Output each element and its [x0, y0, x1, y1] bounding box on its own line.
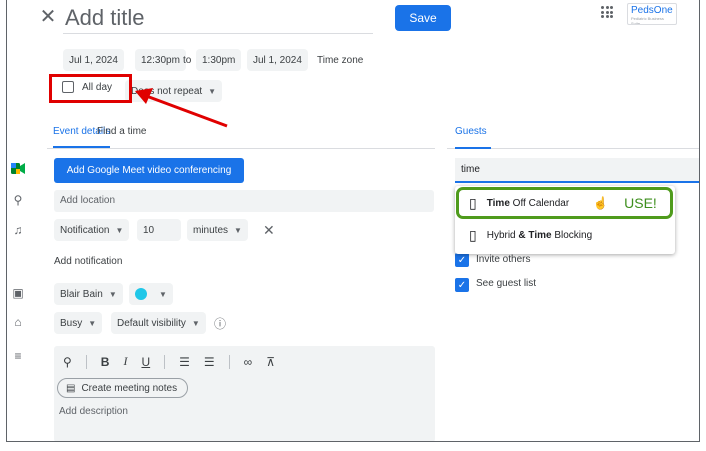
brand-tagline: Pediatric Business Suite: [631, 16, 664, 25]
suggestion-label: Hybrid & Time Blocking: [486, 229, 593, 241]
remove-notification-icon[interactable]: ✕: [263, 219, 275, 241]
event-editor: ✕ Add title Save PedsOne Pediatric Busin…: [6, 0, 700, 442]
bulleted-list-icon[interactable]: ☰: [204, 355, 215, 369]
help-icon[interactable]: ⓘ: [214, 312, 226, 334]
attachment-icon[interactable]: ⚲: [63, 355, 72, 369]
timezone-link[interactable]: Time zone: [317, 49, 363, 71]
bell-icon: ♫: [13, 223, 23, 237]
chevron-down-icon: ▼: [115, 225, 124, 235]
busy-select[interactable]: Busy ▼: [54, 312, 103, 334]
chevron-down-icon: ▼: [234, 225, 242, 235]
add-notification-link[interactable]: Add notification: [54, 250, 122, 272]
visibility-select[interactable]: Default visibility ▼: [111, 312, 206, 334]
chevron-down-icon: ▼: [191, 318, 200, 328]
numbered-list-icon[interactable]: ☰: [179, 355, 190, 369]
apps-grid-icon[interactable]: [601, 6, 613, 18]
title-input[interactable]: Add title: [63, 4, 373, 34]
add-meet-button[interactable]: Add Google Meet video conferencing: [54, 158, 244, 183]
end-date[interactable]: Jul 1, 2024: [247, 49, 308, 71]
italic-icon[interactable]: I: [123, 354, 127, 369]
busy-label: Busy: [60, 317, 83, 329]
brand-logo[interactable]: PedsOne Pediatric Business Suite: [627, 3, 677, 25]
description-placeholder: Add description: [59, 406, 128, 417]
link-icon[interactable]: ∞: [244, 355, 253, 369]
create-notes-button[interactable]: ▤ Create meeting notes: [57, 378, 189, 398]
tabs-divider: [47, 148, 435, 149]
description-lines-icon: ≡: [14, 349, 22, 363]
invite-others-label: Invite others: [476, 254, 531, 265]
notification-value-input[interactable]: 10: [137, 219, 181, 241]
see-guest-list-checkbox[interactable]: ✓: [455, 278, 469, 292]
toolbar-divider: [85, 354, 87, 369]
color-select[interactable]: ▼: [129, 283, 173, 305]
toolbar-divider: [228, 354, 230, 369]
location-pin-icon: ⚲: [13, 193, 23, 207]
close-icon[interactable]: ✕: [39, 6, 57, 28]
calendar-owner-select[interactable]: Blair Bain ▼: [54, 283, 123, 305]
invite-others-checkbox[interactable]: ✓: [455, 253, 469, 267]
location-input[interactable]: Add location: [54, 190, 434, 212]
calendar-icon: ▣: [12, 286, 24, 300]
google-meet-icon: [11, 163, 25, 174]
chevron-down-icon: ▼: [108, 289, 117, 299]
visibility-label: Default visibility: [117, 317, 186, 329]
calendar-owner-label: Blair Bain: [60, 288, 103, 300]
start-time[interactable]: 12:30pm: [135, 49, 186, 71]
tab-guests[interactable]: Guests: [455, 126, 487, 148]
notification-unit-label: minutes: [193, 224, 229, 236]
highlight-box-red: [49, 74, 132, 103]
toolbar-divider: [164, 354, 166, 369]
notification-unit-select[interactable]: minutes ▼: [187, 219, 248, 241]
briefcase-icon: ⌂: [14, 315, 22, 329]
brand-name: PedsOne: [631, 5, 673, 16]
notification-type-label: Notification: [60, 224, 110, 236]
save-button[interactable]: Save: [395, 5, 451, 31]
clear-formatting-icon[interactable]: ⊼: [266, 355, 275, 369]
chevron-down-icon: ▼: [88, 318, 97, 328]
underline-icon[interactable]: U: [141, 355, 150, 369]
create-notes-label: Create meeting notes: [81, 382, 178, 394]
notes-icon: ▤: [66, 382, 76, 394]
notification-type-select[interactable]: Notification ▼: [54, 219, 130, 241]
start-date[interactable]: Jul 1, 2024: [63, 49, 124, 71]
bold-icon[interactable]: B: [101, 355, 110, 369]
chevron-down-icon: ▼: [159, 289, 167, 299]
end-time[interactable]: 1:30pm: [196, 49, 242, 71]
tab-find-time[interactable]: Find a time: [97, 126, 146, 137]
guest-search-input[interactable]: time: [455, 158, 699, 183]
to-label: to: [183, 54, 192, 66]
highlight-box-green: [456, 187, 673, 219]
formatting-toolbar: ⚲ B I U ☰ ☰ ∞ ⊼: [63, 354, 275, 369]
suggestion-hybrid-time-blocking[interactable]: ▯ Hybrid & Time Blocking: [455, 220, 675, 250]
door-icon: ▯: [469, 226, 477, 243]
see-guest-list-label: See guest list: [476, 278, 537, 289]
color-swatch: [135, 288, 147, 300]
